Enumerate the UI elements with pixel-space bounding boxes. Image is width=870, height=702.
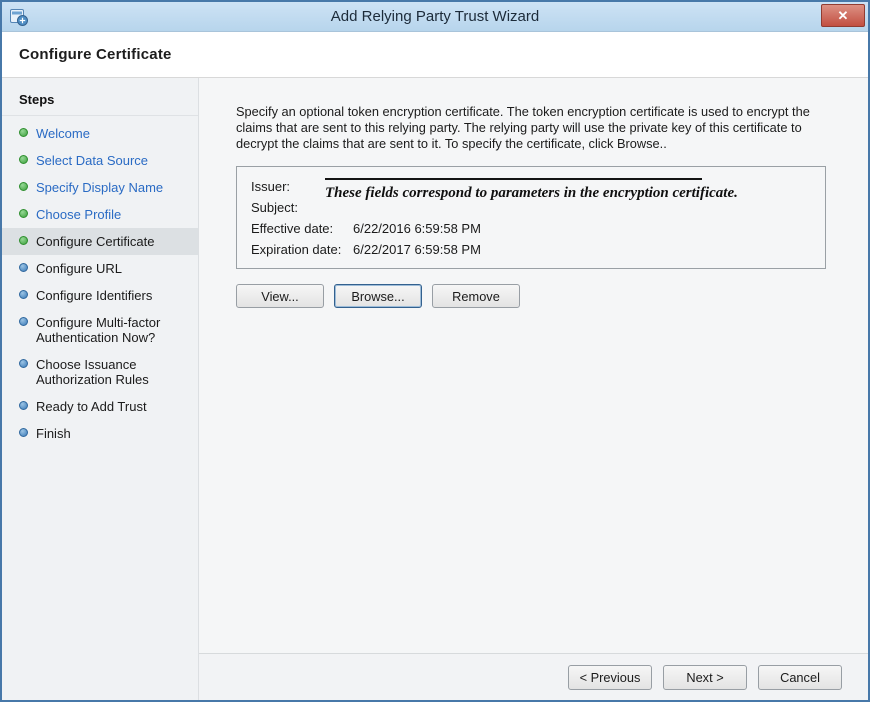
step-label: Ready to Add Trust	[36, 399, 147, 414]
certificate-actions: View... Browse... Remove	[236, 284, 840, 308]
sidebar-item-configure-identifiers: Configure Identifiers	[2, 282, 198, 309]
step-label: Choose Profile	[36, 207, 121, 222]
browse-button[interactable]: Browse...	[334, 284, 422, 308]
cert-field-value: 6/22/2017 6:59:58 PM	[353, 242, 813, 257]
certificate-details-panel: Issuer: Subject: Effective date: 6/22/20…	[236, 166, 826, 269]
window-title: Add Relying Party Trust Wizard	[2, 8, 868, 25]
step-status-icon	[19, 182, 28, 191]
sidebar-item-choose-issuance-rules: Choose Issuance Authorization Rules	[2, 351, 198, 393]
step-status-icon	[19, 128, 28, 137]
main-content: Specify an optional token encryption cer…	[199, 78, 868, 653]
step-label: Configure Certificate	[36, 234, 155, 249]
step-status-icon	[19, 401, 28, 410]
cancel-button[interactable]: Cancel	[758, 665, 842, 690]
step-status-icon	[19, 290, 28, 299]
view-button[interactable]: View...	[236, 284, 324, 308]
close-button[interactable]: ✕	[821, 4, 865, 27]
cert-field-label: Effective date:	[251, 221, 353, 236]
app-icon[interactable]	[9, 7, 29, 27]
cert-field-value: 6/22/2016 6:59:58 PM	[353, 221, 813, 236]
step-label: Finish	[36, 426, 71, 441]
previous-button[interactable]: < Previous	[568, 665, 652, 690]
sidebar-item-ready-to-add-trust: Ready to Add Trust	[2, 393, 198, 420]
step-status-icon	[19, 263, 28, 272]
annotation-note: These fields correspond to parameters in…	[325, 185, 738, 202]
steps-list: Welcome Select Data Source Specify Displ…	[2, 120, 198, 447]
sidebar-item-finish: Finish	[2, 420, 198, 447]
step-status-icon	[19, 155, 28, 164]
steps-sidebar: Steps Welcome Select Data Source Specify…	[2, 78, 199, 700]
step-status-icon	[19, 359, 28, 368]
page-header: Configure Certificate	[2, 32, 868, 78]
next-button[interactable]: Next >	[663, 665, 747, 690]
cert-field-label: Expiration date:	[251, 242, 353, 257]
sidebar-item-configure-certificate: Configure Certificate	[2, 228, 198, 255]
annotation-line	[325, 178, 702, 180]
step-status-icon	[19, 428, 28, 437]
sidebar-item-configure-url: Configure URL	[2, 255, 198, 282]
wizard-window: Add Relying Party Trust Wizard ✕ Configu…	[0, 0, 870, 702]
cert-field-expiration-date: Expiration date: 6/22/2017 6:59:58 PM	[251, 239, 813, 260]
sidebar-item-welcome[interactable]: Welcome	[2, 120, 198, 147]
step-status-icon	[19, 209, 28, 218]
step-label: Specify Display Name	[36, 180, 163, 195]
page-title: Configure Certificate	[19, 46, 172, 63]
step-label: Configure Multi-factor Authentication No…	[36, 315, 192, 345]
step-label: Configure Identifiers	[36, 288, 152, 303]
wizard-footer: < Previous Next > Cancel	[199, 653, 868, 700]
page-description: Specify an optional token encryption cer…	[236, 104, 836, 152]
step-status-icon	[19, 236, 28, 245]
step-label: Choose Issuance Authorization Rules	[36, 357, 192, 387]
cert-field-effective-date: Effective date: 6/22/2016 6:59:58 PM	[251, 218, 813, 239]
step-label: Welcome	[36, 126, 90, 141]
sidebar-item-configure-mfa: Configure Multi-factor Authentication No…	[2, 309, 198, 351]
cert-field-label: Subject:	[251, 200, 353, 215]
step-status-icon	[19, 317, 28, 326]
remove-button[interactable]: Remove	[432, 284, 520, 308]
sidebar-item-select-data-source[interactable]: Select Data Source	[2, 147, 198, 174]
sidebar-item-choose-profile[interactable]: Choose Profile	[2, 201, 198, 228]
step-label: Select Data Source	[36, 153, 148, 168]
sidebar-item-specify-display-name[interactable]: Specify Display Name	[2, 174, 198, 201]
steps-heading: Steps	[2, 84, 198, 116]
titlebar[interactable]: Add Relying Party Trust Wizard ✕	[2, 2, 868, 32]
step-label: Configure URL	[36, 261, 122, 276]
